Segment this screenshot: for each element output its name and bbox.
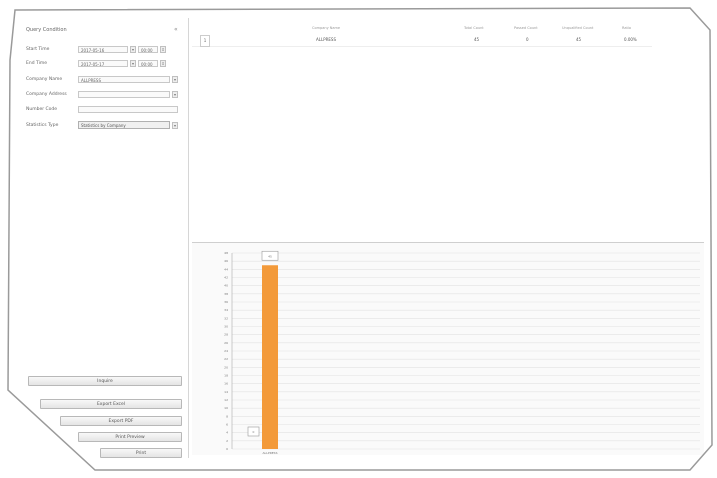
bar-chart: 0246810121416182022242628303234363840424…	[224, 250, 700, 455]
print-preview-button[interactable]: Print Preview	[78, 432, 182, 442]
chart-panel: 0 2 4 6 8 10 12 14 16 18 20 22 24 26 28 30 32 34 36 38 40 42 4…	[192, 242, 704, 455]
end-date-field[interactable]: 2017-05-17	[78, 59, 128, 67]
y-tick-label: 12	[224, 398, 228, 402]
end-time-label: End Time	[26, 60, 47, 66]
y-tick-label: 22	[224, 357, 228, 361]
statistics-type-select[interactable]: Statistics by Company	[78, 121, 170, 129]
export-pdf-button[interactable]: Export PDF	[60, 416, 182, 426]
y-tick-label: 10	[224, 406, 228, 410]
export-excel-button[interactable]: Export Excel	[40, 399, 182, 409]
y-tick-label: 38	[224, 292, 228, 296]
start-date-field[interactable]: 2017-05-16	[78, 45, 128, 53]
row-index: 1	[200, 35, 210, 47]
number-code-field[interactable]	[78, 105, 178, 113]
y-tick-label: 20	[224, 365, 228, 369]
company-name-field[interactable]: ALLPRESS	[78, 75, 170, 83]
chart-bar[interactable]	[262, 265, 278, 449]
statistics-type-row: Statistics Type Statistics by Company ▾	[26, 120, 178, 130]
y-tick-label: 32	[224, 316, 228, 320]
y-tick-label: 8	[226, 414, 228, 418]
y-tick-label: 36	[224, 300, 228, 304]
start-time-row: Start Time 2017-05-16 ▾ 00:00 ⇕	[26, 44, 166, 54]
collapse-panel-icon[interactable]: «	[174, 26, 178, 33]
cell-total: 45	[474, 37, 480, 42]
company-name-row: Company Name ALLPRESS ▾	[26, 74, 178, 84]
number-code-label: Number Code	[26, 106, 58, 112]
query-button[interactable]: Inquire	[28, 376, 182, 386]
query-panel: Query Condition « Start Time 2017-05-16 …	[20, 18, 189, 458]
y-tick-label: 16	[224, 382, 228, 386]
baseline-label: 0	[253, 430, 255, 434]
y-tick-label: 2	[226, 439, 228, 443]
y-tick-label: 40	[224, 284, 228, 288]
end-clock-field[interactable]: 00:00	[138, 59, 158, 67]
column-header[interactable]: Total Count	[464, 26, 484, 30]
y-tick-label: 24	[224, 349, 228, 353]
column-header[interactable]: Unqualified Count	[562, 26, 593, 30]
y-tick-label: 46	[224, 259, 228, 263]
panel-title: Query Condition	[26, 27, 67, 33]
app-window: Query Condition « Start Time 2017-05-16 …	[8, 8, 712, 470]
company-address-row: Company Address ▾	[26, 89, 178, 99]
chevron-down-icon[interactable]: ▾	[172, 75, 178, 83]
table-header: Company Name Total Count Passed Count Un…	[192, 26, 652, 34]
y-tick-label: 44	[224, 267, 228, 271]
results-table: Company Name Total Count Passed Count Un…	[192, 20, 702, 242]
column-header[interactable]: Ratio	[622, 26, 631, 30]
y-tick-label: 28	[224, 333, 228, 337]
y-tick-label: 0	[226, 447, 228, 451]
spinner-icon[interactable]: ⇕	[160, 59, 166, 67]
y-tick-label: 14	[224, 390, 228, 394]
chevron-down-icon[interactable]: ▾	[172, 90, 178, 98]
x-tick-label: ALLPRESS	[263, 451, 278, 455]
y-tick-label: 42	[224, 276, 228, 280]
table-row[interactable]: 1 ALLPRESS 45 0 45 0.00%	[192, 34, 652, 47]
data-label: 45	[268, 254, 272, 258]
statistics-type-label: Statistics Type	[26, 122, 59, 128]
start-time-label: Start Time	[26, 46, 50, 52]
y-tick-label: 30	[224, 325, 228, 329]
start-clock-field[interactable]: 00:00	[138, 45, 158, 53]
column-header[interactable]: Passed Count	[514, 26, 538, 30]
calendar-icon[interactable]: ▾	[130, 59, 136, 67]
y-tick-label: 48	[224, 251, 228, 255]
company-address-label: Company Address	[26, 91, 67, 97]
column-header[interactable]: Company Name	[312, 26, 340, 30]
y-tick-label: 6	[226, 423, 228, 427]
cell-unqualified: 45	[576, 37, 582, 42]
number-code-row: Number Code	[26, 104, 178, 114]
cell-passed: 0	[526, 37, 529, 42]
cell-ratio: 0.00%	[624, 37, 637, 42]
y-tick-label: 18	[224, 374, 228, 378]
cell-company: ALLPRESS	[316, 37, 336, 42]
company-address-field[interactable]	[78, 90, 170, 98]
y-tick-label: 4	[226, 431, 228, 435]
calendar-icon[interactable]: ▾	[130, 45, 136, 53]
chevron-down-icon[interactable]: ▾	[172, 121, 178, 129]
spinner-icon[interactable]: ⇕	[160, 45, 166, 53]
company-name-label: Company Name	[26, 76, 63, 82]
y-tick-label: 26	[224, 341, 228, 345]
end-time-row: End Time 2017-05-17 ▾ 00:00 ⇕	[26, 58, 166, 68]
print-button[interactable]: Print	[100, 448, 182, 458]
y-tick-label: 34	[224, 308, 228, 312]
